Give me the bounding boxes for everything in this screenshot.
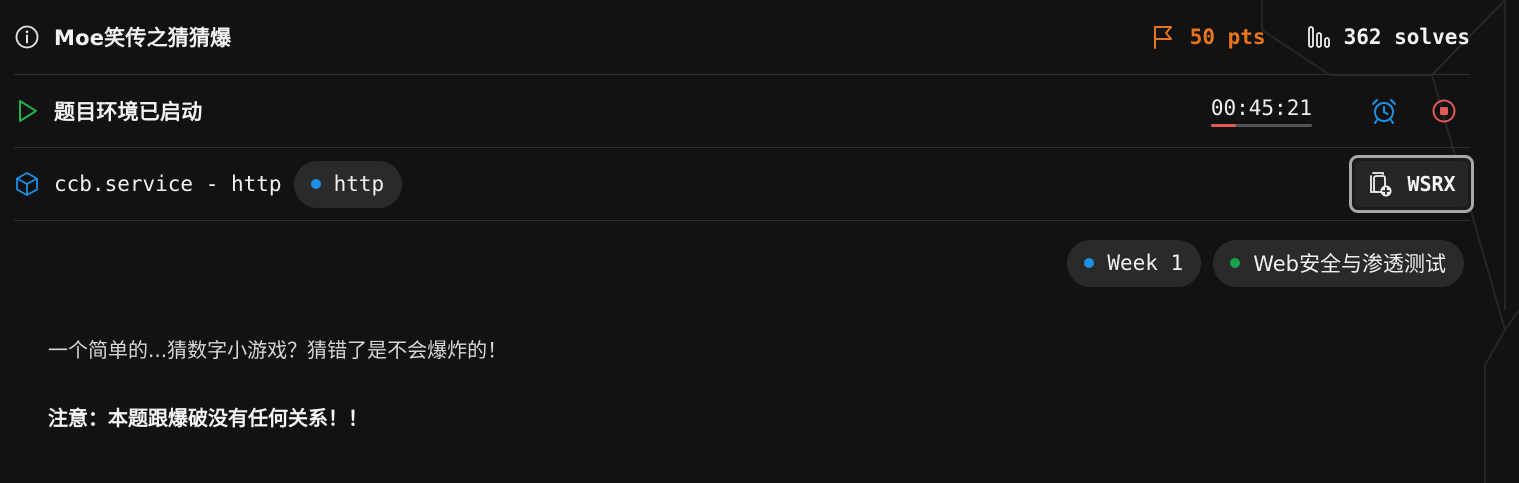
stop-icon (1430, 97, 1458, 125)
protocol-label: http (333, 172, 385, 196)
timer-text: 00:45:21 (1210, 96, 1312, 120)
tag-dot (1230, 258, 1241, 268)
wsrx-button[interactable]: WSRX (1349, 155, 1474, 213)
points-label: 50 pts (1189, 25, 1266, 49)
tag-category: Web安全与渗透测试 (1213, 239, 1464, 287)
wsrx-button-content: WSRX (1367, 170, 1456, 198)
copy-plus-icon (1367, 170, 1393, 198)
tag-label: Web安全与渗透测试 (1253, 252, 1446, 276)
stop-environment-button[interactable] (1428, 95, 1460, 127)
protocol-dot (310, 179, 321, 189)
cube-icon (14, 171, 40, 197)
extend-time-button[interactable] (1368, 95, 1400, 127)
timer-progress-track (1210, 124, 1312, 127)
environment-timer: 00:45:21 (1210, 96, 1312, 127)
play-icon (14, 98, 40, 124)
environment-status: 题目环境已启动 (54, 100, 203, 124)
tag-dot (1084, 258, 1095, 268)
challenge-solves: 362 solves (1306, 25, 1470, 49)
tags-row: Week 1 Web安全与渗透测试 (14, 221, 1470, 305)
flag-icon (1151, 24, 1175, 50)
protocol-badge: http (293, 160, 403, 208)
environment-status-row: 题目环境已启动 00:45:21 (14, 75, 1470, 148)
tag-label: Week 1 (1107, 251, 1184, 275)
alarm-clock-icon (1370, 97, 1398, 125)
challenge-panel: Moe笑传之猜猜爆 50 pts 362 solves 题目环境已启动 00:4… (0, 0, 1519, 483)
bar-chart-icon (1306, 25, 1332, 49)
challenge-points: 50 pts (1151, 24, 1266, 50)
challenge-note: 注意：本题跟爆破没有任何关系！！ (48, 406, 368, 430)
challenge-description: 一个简单的...猜数字小游戏？猜错了是不会爆炸的！ (48, 338, 508, 362)
wsrx-label: WSRX (1407, 172, 1456, 196)
challenge-title: Moe笑传之猜猜爆 (54, 26, 232, 50)
service-row: ccb.service - http http (14, 148, 1470, 221)
tag-week: Week 1 (1067, 239, 1202, 287)
challenge-header: Moe笑传之猜猜爆 50 pts 362 solves (14, 0, 1470, 75)
solves-label: 362 solves (1343, 25, 1470, 49)
service-name: ccb.service - http (54, 172, 282, 196)
timer-progress-fill (1210, 124, 1237, 127)
info-icon[interactable] (14, 24, 40, 50)
